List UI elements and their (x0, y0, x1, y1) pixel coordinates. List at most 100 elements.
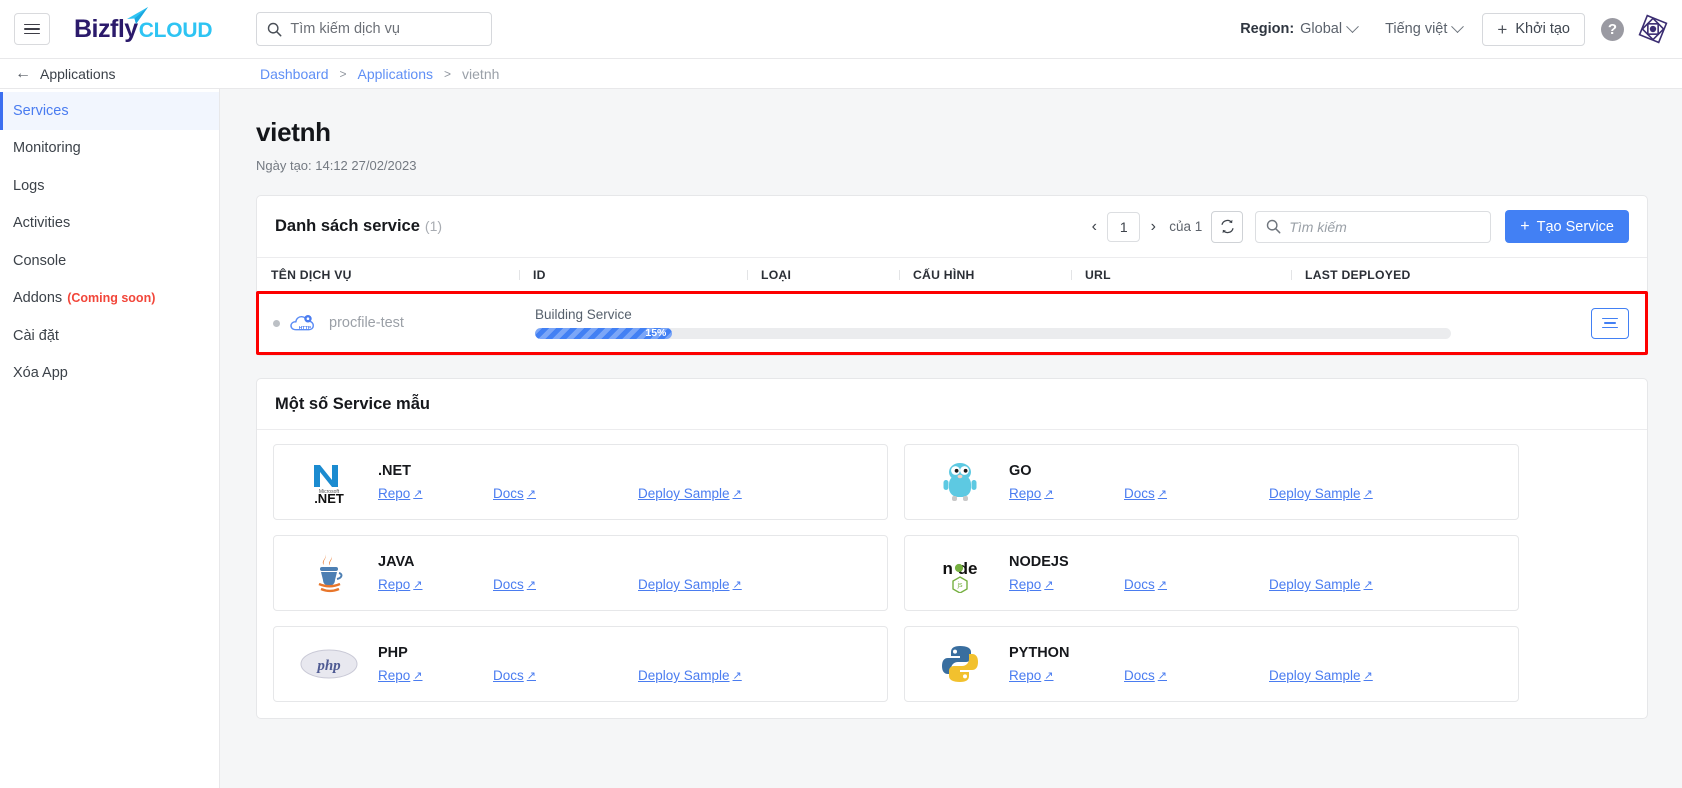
sidebar-item-label: Logs (13, 177, 45, 194)
deploy-sample-link[interactable]: Deploy Sample ↗ (638, 486, 742, 501)
sample-card-go[interactable]: GO Repo ↗ Docs ↗ Deploy Sample ↗ (904, 444, 1519, 520)
hamburger-icon[interactable] (14, 13, 50, 45)
external-link-icon: ↗ (526, 670, 536, 682)
external-link-icon: ↗ (526, 488, 536, 500)
global-search-placeholder: Tìm kiếm dịch vụ (290, 21, 400, 37)
sidebar-item-activities[interactable]: Activities (0, 205, 219, 243)
repo-link[interactable]: Repo ↗ (1009, 577, 1124, 592)
app-root: Bizfly CLOUD Tìm kiếm dịch vụ Region: Gl… (0, 0, 1682, 788)
row-actions-menu-button[interactable] (1591, 307, 1629, 339)
breadcrumb-item-current: vietnh (462, 65, 500, 82)
table-row[interactable]: HTTP procfile-test Building Service 15% (259, 294, 1645, 352)
top-bar: Bizfly CLOUD Tìm kiếm dịch vụ Region: Gl… (0, 0, 1682, 59)
sample-card-title: PHP (378, 645, 408, 661)
service-name-cell: HTTP procfile-test (259, 311, 521, 336)
sample-card-body: GO Repo ↗ Docs ↗ Deploy Sample ↗ (1009, 463, 1373, 501)
service-table: TÊN DỊCH VỤ ID LOẠI CẤU HÌNH URL LAST DE… (256, 257, 1648, 355)
page-title: vietnh (256, 117, 331, 147)
sidebar-item-services[interactable]: Services (0, 92, 219, 130)
breadcrumb-separator: > (339, 66, 347, 81)
sidebar-item-cai-dat[interactable]: Cài đặt (0, 317, 219, 355)
sidebar: Services Monitoring Logs Activities Cons… (0, 89, 220, 788)
column-header-type: LOẠI (747, 268, 899, 282)
nodejs-logo: n de js (923, 553, 997, 593)
paper-plane-icon (127, 6, 149, 24)
breadcrumb-item-applications[interactable]: Applications (358, 66, 434, 82)
service-list-title-text: Danh sách service (275, 217, 420, 235)
sidebar-item-addons[interactable]: Addons (Coming soon) (0, 280, 219, 318)
external-link-icon: ↗ (413, 670, 423, 682)
service-table-header: TÊN DỊCH VỤ ID LOẠI CẤU HÌNH URL LAST DE… (257, 257, 1647, 291)
sample-card-java[interactable]: JAVA Repo ↗ Docs ↗ Deploy Sample ↗ (273, 535, 888, 611)
global-search-input[interactable]: Tìm kiếm dịch vụ (256, 12, 493, 46)
sidebar-item-xoa-app[interactable]: Xóa App (0, 355, 219, 393)
docs-link[interactable]: Docs ↗ (1124, 486, 1269, 501)
external-link-icon: ↗ (1157, 488, 1167, 500)
pagination-next-button[interactable]: › (1140, 218, 1166, 236)
refresh-icon (1221, 219, 1234, 234)
back-to-applications-link[interactable]: ← Applications (0, 65, 220, 82)
breadcrumb-item-dashboard[interactable]: Dashboard (260, 66, 329, 82)
service-search-input[interactable]: Tìm kiếm (1255, 210, 1492, 243)
region-selector[interactable]: Region: Global (1226, 19, 1371, 37)
region-label: Region: (1240, 21, 1295, 37)
deploy-sample-link[interactable]: Deploy Sample ↗ (638, 577, 742, 592)
pagination-page-input[interactable]: 1 (1107, 211, 1141, 242)
docs-link[interactable]: Docs ↗ (493, 668, 638, 683)
column-header-id: ID (519, 268, 747, 282)
external-link-icon: ↗ (1044, 670, 1054, 682)
create-service-button[interactable]: + Tạo Service (1505, 210, 1629, 243)
sample-card-links: Repo ↗ Docs ↗ Deploy Sample ↗ (1009, 668, 1373, 683)
external-link-icon: ↗ (413, 488, 423, 500)
python-logo (923, 643, 997, 685)
search-icon (1267, 219, 1281, 234)
sidebar-item-label: Activities (13, 215, 71, 232)
progress-bar-fill: 15% (535, 328, 673, 339)
repo-link[interactable]: Repo ↗ (378, 577, 493, 592)
repo-link[interactable]: Repo ↗ (1009, 486, 1124, 501)
highlight-annotation-box: HTTP procfile-test Building Service 15% (256, 291, 1648, 355)
sidebar-item-label: Monitoring (13, 140, 81, 157)
deploy-sample-link[interactable]: Deploy Sample ↗ (1269, 668, 1373, 683)
docs-link[interactable]: Docs ↗ (493, 486, 638, 501)
plus-icon: + (1520, 217, 1530, 235)
service-search-placeholder: Tìm kiếm (1289, 218, 1347, 235)
search-icon (268, 22, 282, 36)
deploy-sample-link[interactable]: Deploy Sample ↗ (1269, 486, 1373, 501)
repo-link[interactable]: Repo ↗ (378, 668, 493, 683)
language-selector[interactable]: Tiếng việt (1371, 19, 1476, 37)
sample-card-links: Repo ↗ Docs ↗ Deploy Sample ↗ (1009, 486, 1373, 501)
deploy-sample-link[interactable]: Deploy Sample ↗ (1269, 577, 1373, 592)
service-list-card: Danh sách service (1) ‹ 1 › của 1 Tìm ki… (256, 195, 1648, 356)
sidebar-item-console[interactable]: Console (0, 242, 219, 280)
help-icon[interactable]: ? (1601, 17, 1624, 41)
bizfly-cloud-logo[interactable]: Bizfly CLOUD (74, 6, 213, 44)
sidebar-item-label: Services (13, 102, 69, 119)
docs-link[interactable]: Docs ↗ (493, 577, 638, 592)
language-value: Tiếng việt (1385, 21, 1448, 37)
refresh-button[interactable] (1211, 210, 1244, 243)
pagination-prev-button[interactable]: ‹ (1081, 218, 1107, 236)
external-link-icon: ↗ (732, 579, 742, 591)
docs-link[interactable]: Docs ↗ (1124, 577, 1269, 592)
sidebar-item-logs[interactable]: Logs (0, 167, 219, 205)
repo-link[interactable]: Repo ↗ (378, 486, 493, 501)
column-header-name: TÊN DỊCH VỤ (271, 267, 352, 282)
external-link-icon: ↗ (1363, 670, 1373, 682)
external-link-icon: ↗ (1363, 579, 1373, 591)
sample-card-body: JAVA Repo ↗ Docs ↗ Deploy Sample ↗ (378, 554, 742, 592)
khoi-tao-button[interactable]: + Khởi tạo (1482, 12, 1585, 46)
repo-link[interactable]: Repo ↗ (1009, 668, 1124, 683)
sample-card-dotnet[interactable]: Microsoft .NET .NET Repo ↗ Docs ↗ Deploy S… (273, 444, 888, 520)
sample-services-title: Một số Service mẫu (275, 395, 430, 413)
go-gopher-logo (923, 459, 997, 505)
deploy-sample-link[interactable]: Deploy Sample ↗ (638, 668, 742, 683)
sample-card-python[interactable]: PYTHON Repo ↗ Docs ↗ Deploy Sample ↗ (904, 626, 1519, 702)
sample-card-nodejs[interactable]: n de js NODEJS Repo ↗ Docs ↗ Deploy Samp… (904, 535, 1519, 611)
brand-mark-icon[interactable] (1638, 14, 1668, 44)
sample-card-php[interactable]: php PHP Repo ↗ Docs ↗ Deploy Sample ↗ (273, 626, 888, 702)
docs-link[interactable]: Docs ↗ (1124, 668, 1269, 683)
sidebar-item-monitoring[interactable]: Monitoring (0, 130, 219, 168)
sample-card-title: NODEJS (1009, 554, 1069, 570)
sample-card-links: Repo ↗ Docs ↗ Deploy Sample ↗ (1009, 577, 1373, 592)
